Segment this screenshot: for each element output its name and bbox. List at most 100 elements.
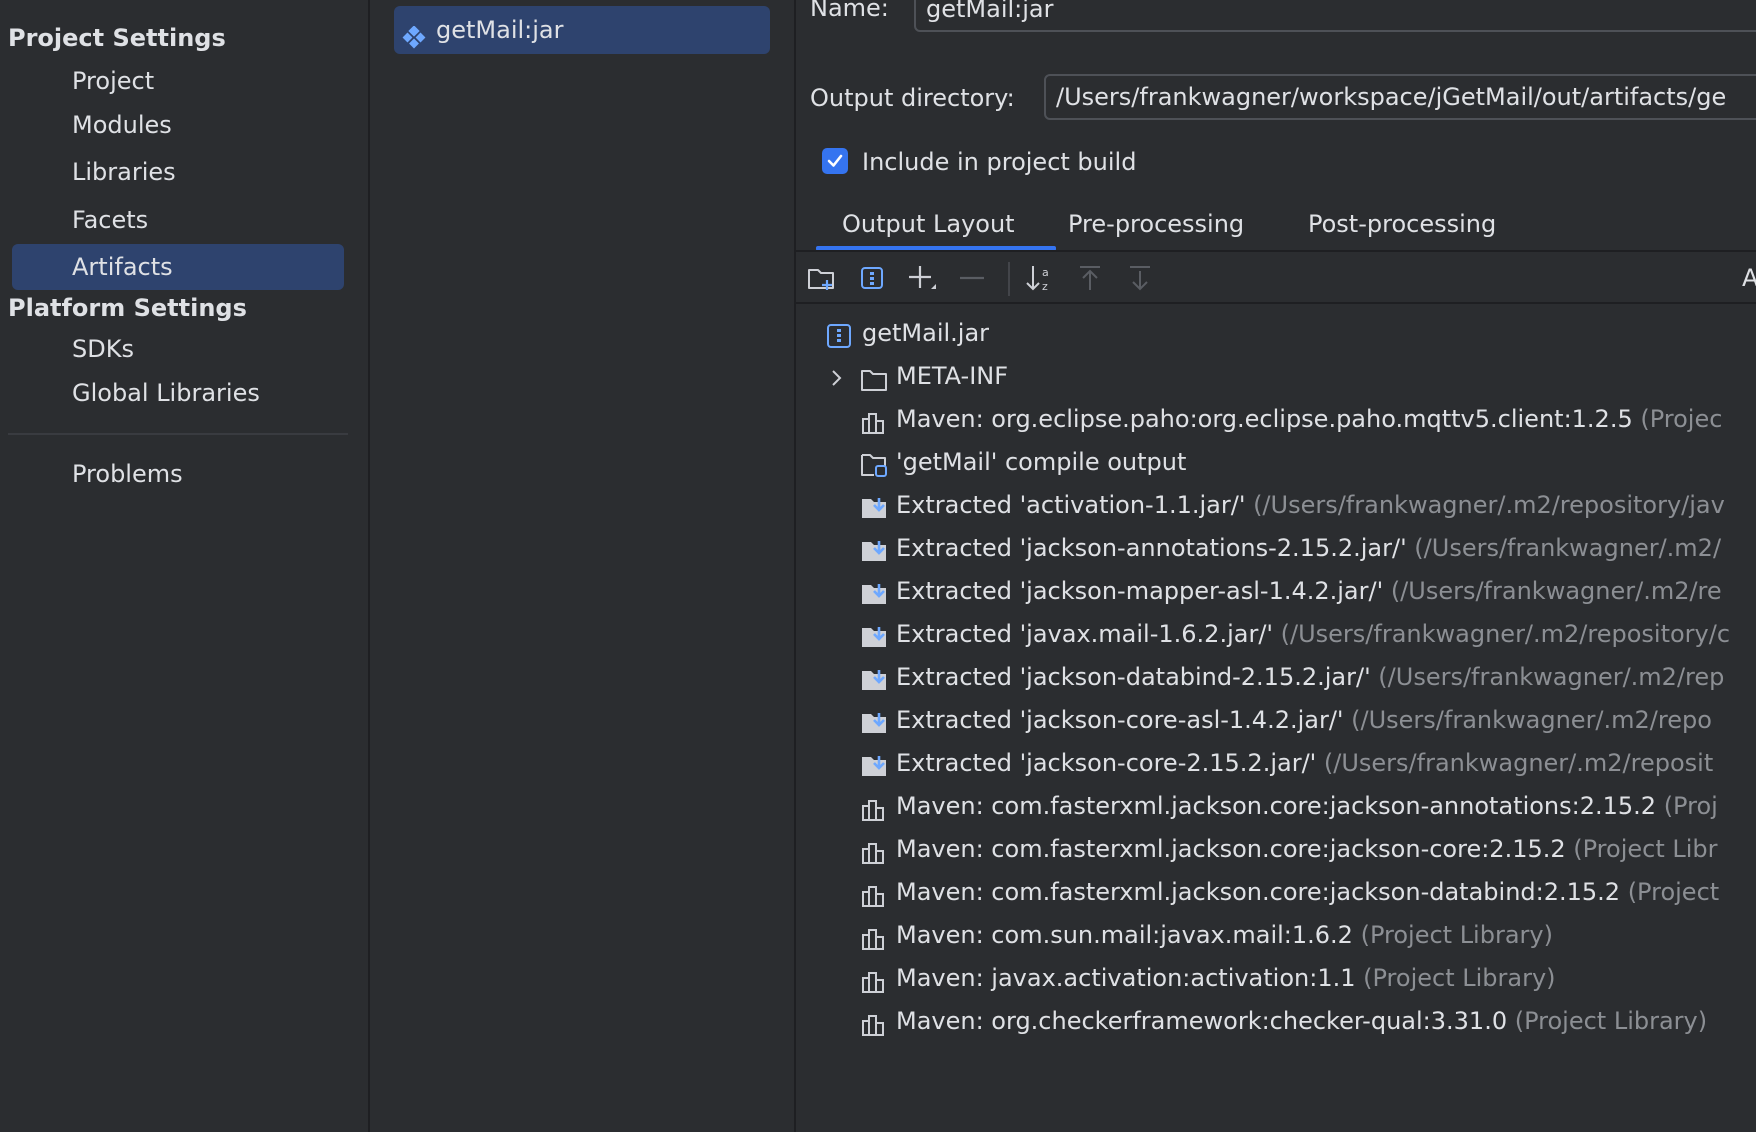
toolbar-right-edge-text[interactable]: A [1742,260,1756,296]
nav-item-modules[interactable]: Modules [12,102,344,148]
project-settings-header: Project Settings [8,24,226,52]
tree-item-hint: (/Users/frankwagner/.m2/reposit [1316,749,1714,777]
tree-item-label: Extracted 'jackson-core-2.15.2.jar/' (/U… [896,743,1713,783]
move-up-icon[interactable] [1072,260,1108,296]
tree-item-label: Extracted 'jackson-core-asl-1.4.2.jar/' … [896,700,1712,740]
tree-item-text: Extracted 'jackson-mapper-asl-1.4.2.jar/… [896,577,1384,605]
output-layout-toolbar: az A [796,252,1756,302]
tree-item-label: Extracted 'jackson-annotations-2.15.2.ja… [896,528,1721,568]
tree-item-label: META-INF [896,356,1008,396]
tree-item-label: Extracted 'activation-1.1.jar/' (/Users/… [896,485,1725,525]
toolbar-separator [1008,262,1010,296]
extracted-icon [860,579,888,605]
extracted-icon [860,751,888,777]
sort-icon[interactable]: az [1022,260,1058,296]
extracted-icon [860,665,888,691]
jar-artifact-icon [402,18,426,49]
settings-nav: Project Settings Project Modules Librari… [0,0,370,1132]
tree-item-text: Maven: com.fasterxml.jackson.core:jackso… [896,835,1566,863]
tree-item-hint: (Project Library) [1507,1007,1708,1035]
svg-text:a: a [1042,266,1049,279]
artifact-item-label: getMail:jar [436,16,564,44]
nav-item-sdks[interactable]: SDKs [12,326,344,372]
extracted-icon [860,708,888,734]
tree-item-hint: (Project Library) [1355,964,1556,992]
tree-item-text: Extracted 'activation-1.1.jar/' [896,491,1246,519]
output-directory-field[interactable]: /Users/frankwagner/workspace/jGetMail/ou… [1044,74,1756,120]
tree-item-label: Extracted 'jackson-databind-2.15.2.jar/'… [896,657,1724,697]
add-icon[interactable] [904,260,940,296]
include-in-build-label[interactable]: Include in project build [862,142,1136,182]
move-down-icon[interactable] [1122,260,1158,296]
artifact-list: getMail:jar [370,0,796,1132]
nav-item-libraries[interactable]: Libraries [12,149,344,195]
tree-item-hint: (/Users/frankwagner/.m2/ [1406,534,1722,562]
tree-item-label: Maven: com.fasterxml.jackson.core:jackso… [896,872,1719,912]
nav-item-global-libraries[interactable]: Global Libraries [12,370,344,416]
tree-item-label: Maven: javax.activation:activation:1.1 (… [896,958,1556,998]
tree-item-label: 'getMail' compile output [896,442,1186,482]
tree-item-hint: (/Users/frankwagner/.m2/repo [1343,706,1712,734]
tree-item-text: Maven: javax.activation:activation:1.1 [896,964,1356,992]
tree-item-label: Extracted 'jackson-mapper-asl-1.4.2.jar/… [896,571,1722,611]
new-folder-icon[interactable] [804,260,840,296]
nav-item-problems[interactable]: Problems [12,451,344,497]
output-directory-label: Output directory: [810,84,1015,112]
library-icon [860,966,888,993]
svg-text:z: z [1042,280,1048,293]
tree-item-label: Maven: com.sun.mail:javax.mail:1.6.2 (Pr… [896,915,1553,955]
tab-output-layout[interactable]: Output Layout [842,206,1015,250]
tree-root-label: getMail.jar [862,319,990,347]
library-icon [860,837,888,864]
tree-item-hint: (Project Libr [1565,835,1718,863]
extracted-icon [860,536,888,562]
tree-item-text: Maven: org.eclipse.paho:org.eclipse.paho… [896,405,1633,433]
tree-item-text: Maven: com.fasterxml.jackson.core:jackso… [896,792,1657,820]
tree-item-text: Extracted 'jackson-core-asl-1.4.2.jar/' [896,706,1344,734]
tree-item-hint: (/Users/frankwagner/.m2/re [1383,577,1722,605]
tree-item-hint: (/Users/frankwagner/.m2/rep [1370,663,1725,691]
tree-item-text: META-INF [896,362,1009,390]
tab-post-processing[interactable]: Post-processing [1308,206,1496,250]
tree-item-text: Maven: org.checkerframework:checker-qual… [896,1007,1508,1035]
include-in-build-checkbox[interactable] [822,148,848,174]
tree-item-text: Extracted 'javax.mail-1.6.2.jar/' [896,620,1274,648]
tree-item-text: Extracted 'jackson-annotations-2.15.2.ja… [896,534,1407,562]
nav-item-facets[interactable]: Facets [12,197,344,243]
tree-item-label: Maven: org.eclipse.paho:org.eclipse.paho… [896,399,1722,439]
tree-item-text: Maven: com.fasterxml.jackson.core:jackso… [896,878,1621,906]
tab-pre-processing[interactable]: Pre-processing [1068,206,1244,250]
tree-item-hint: (/Users/frankwagner/.m2/repository/c [1273,620,1731,648]
library-icon [860,1009,888,1036]
nav-item-artifacts[interactable]: Artifacts [12,244,344,290]
tree-item-hint: (Projec [1632,405,1723,433]
artifact-item-getmail-jar[interactable]: getMail:jar [394,6,770,54]
remove-icon[interactable] [954,260,990,296]
name-field[interactable]: getMail:jar [914,0,1756,32]
chevron-right-icon[interactable] [826,366,846,394]
tree-item-label: Maven: com.fasterxml.jackson.core:jackso… [896,786,1718,826]
archive-icon [826,321,854,348]
tree-item-text: Extracted 'jackson-core-2.15.2.jar/' [896,749,1317,777]
tree-item-hint: (Project Library) [1352,921,1553,949]
artifact-details: Name: getMail:jar Output directory: /Use… [796,0,1756,1132]
tree-item-text: 'getMail' compile output [896,448,1187,476]
library-icon [860,794,888,821]
toolbar-divider [796,302,1756,304]
tree-item-text: Extracted 'jackson-databind-2.15.2.jar/' [896,663,1371,691]
tree-item-text: Maven: com.sun.mail:javax.mail:1.6.2 [896,921,1353,949]
extracted-icon [860,622,888,648]
name-label: Name: [810,0,889,22]
platform-settings-header: Platform Settings [8,294,247,322]
nav-item-project[interactable]: Project [12,58,344,104]
tree-item-label: Maven: org.checkerframework:checker-qual… [896,1001,1707,1041]
library-icon [860,923,888,950]
tree-item-hint: (Project [1620,878,1720,906]
tree-item-hint: (/Users/frankwagner/.m2/repository/jav [1245,491,1725,519]
library-icon [860,880,888,907]
tree-item-label: Maven: com.fasterxml.jackson.core:jackso… [896,829,1718,869]
tree-item-label: Extracted 'javax.mail-1.6.2.jar/' (/User… [896,614,1730,654]
tree-item-hint: (Proj [1656,792,1718,820]
archive-icon[interactable] [854,260,890,296]
folder-icon [860,364,888,391]
